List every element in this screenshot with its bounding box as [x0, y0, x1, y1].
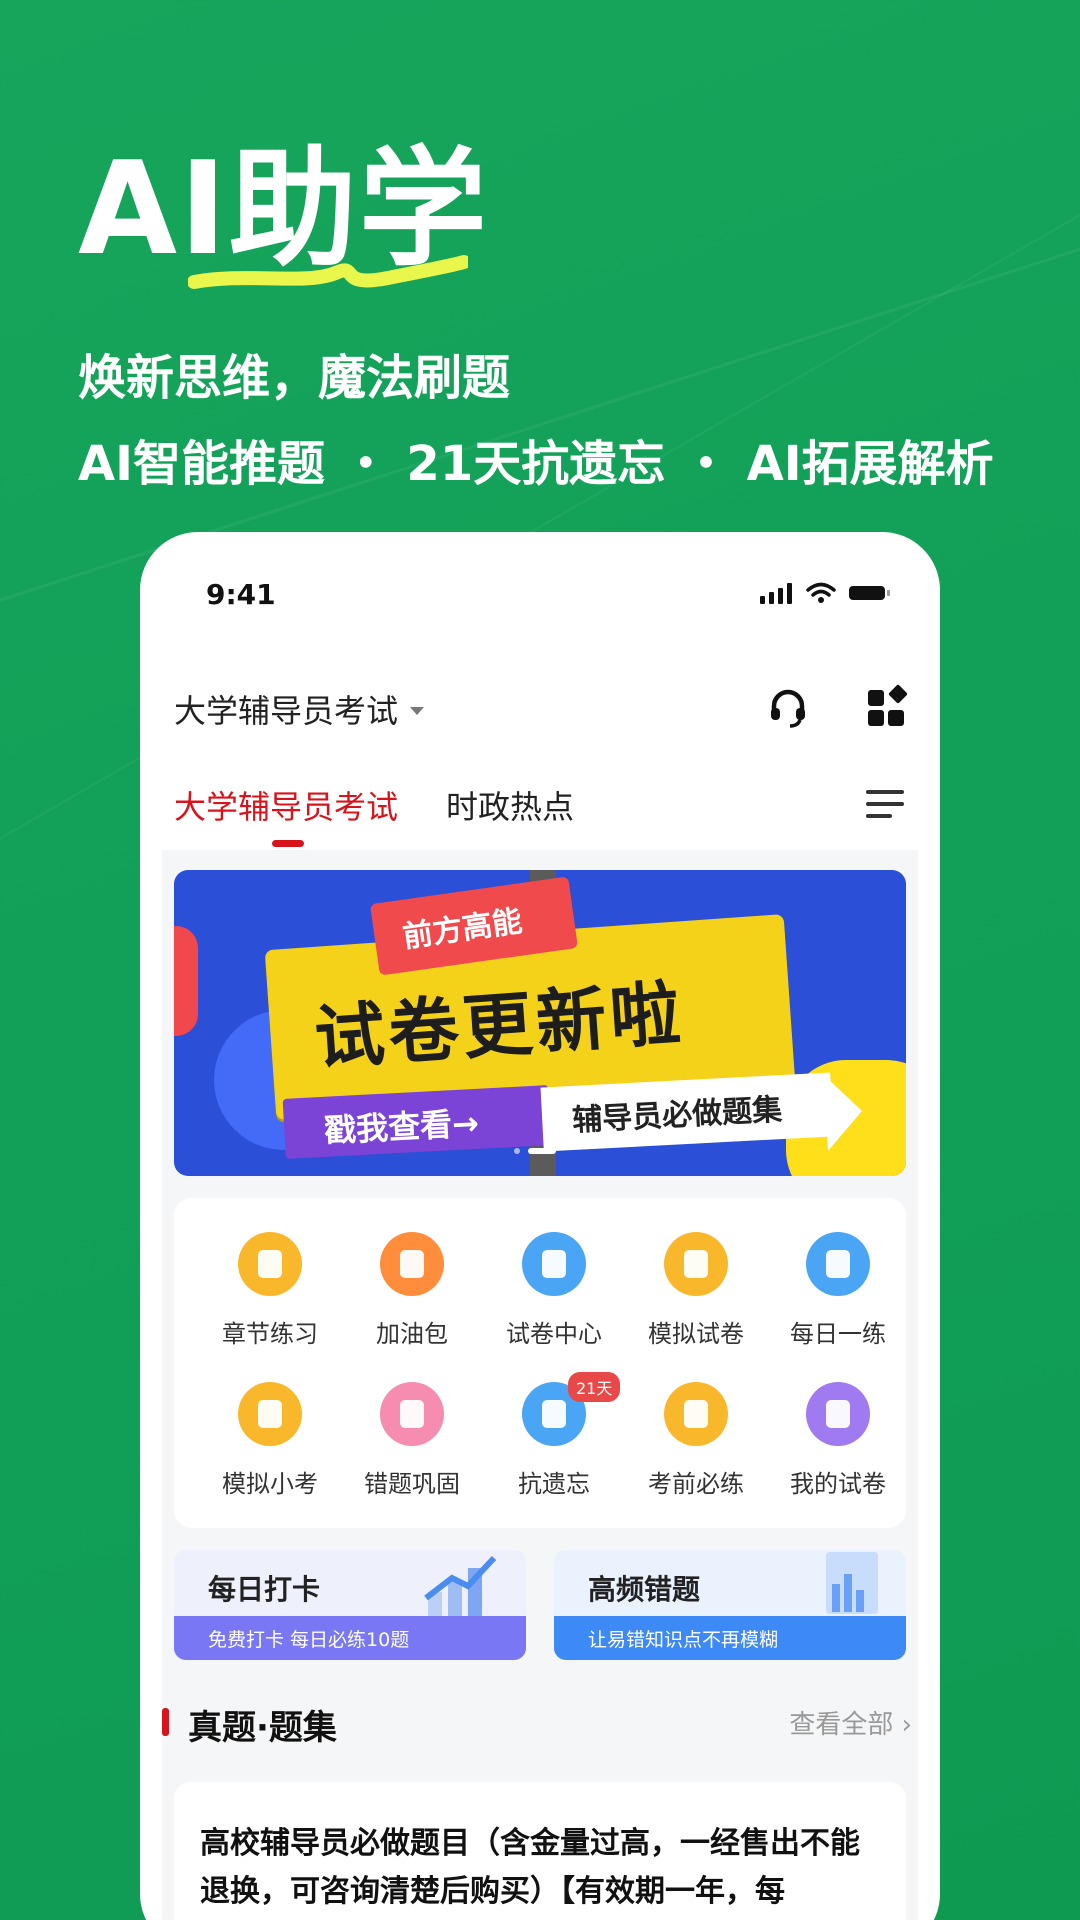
banner-pagination — [514, 1148, 556, 1154]
exam-selector[interactable]: 大学辅导员考试 — [174, 686, 425, 732]
grid-item-chapter-practice[interactable]: 章节练习 — [200, 1232, 340, 1349]
chapter-icon — [238, 1232, 302, 1296]
promo-header: AI助学 — [78, 140, 489, 290]
feature-grid: 章节练习 加油包 试卷中心 模拟试卷 每日一练 模拟小考 错题巩固 21天 抗遗… — [174, 1198, 906, 1528]
menu-icon[interactable] — [864, 784, 906, 824]
grid-item-mock-paper[interactable]: 模拟试卷 — [626, 1232, 766, 1349]
signal-icon — [760, 583, 792, 604]
tab-current-affairs[interactable]: 时政热点 — [446, 782, 574, 828]
pencil-icon — [806, 1232, 870, 1296]
daily-checkin-card[interactable]: 每日打卡 免费打卡 每日必练10题 — [174, 1550, 526, 1660]
wifi-icon — [806, 582, 836, 603]
chart-icon — [664, 1382, 728, 1446]
question-set-card[interactable]: 高校辅导员必做题目（含金量过高，一经售出不能退换，可咨询清楚后购买）【有效期一年… — [174, 1782, 906, 1920]
section-header: 真题·题集 查看全部 › — [162, 1696, 918, 1748]
phone-mockup: 9:41 大学辅导员考试 大学辅导员考试 时政热点 试卷更新啦 前方高能 戳我查… — [140, 532, 940, 1920]
tab-bar: 大学辅导员考试 时政热点 — [140, 772, 940, 847]
daily-checkin-title: 每日打卡 — [208, 1573, 321, 1606]
daily-checkin-subtitle: 免费打卡 每日必练10题 — [208, 1629, 410, 1651]
app-header: 大学辅导员考试 — [140, 672, 940, 752]
promo-banner[interactable]: 试卷更新啦 前方高能 戳我查看→ 辅导员必做题集 — [174, 870, 906, 1176]
exam-selector-label: 大学辅导员考试 — [174, 692, 399, 730]
wrong-icon — [380, 1382, 444, 1446]
section-marker — [162, 1708, 169, 1736]
trophy-icon — [238, 1382, 302, 1446]
promo-features: AI智能推题 ・ 21天抗遗忘 ・ AI拓展解析 — [78, 436, 994, 492]
grid-item-wrong-questions[interactable]: 错题巩固 — [342, 1382, 482, 1499]
pagination-dot — [514, 1148, 520, 1154]
document-chart-icon — [826, 1552, 878, 1614]
mock-paper-icon — [664, 1232, 728, 1296]
tab-exam[interactable]: 大学辅导员考试 — [174, 782, 398, 828]
apps-grid-icon[interactable] — [864, 684, 912, 732]
grid-item-my-papers[interactable]: 我的试卷 — [768, 1382, 908, 1499]
my-paper-icon — [806, 1382, 870, 1446]
view-all-label: 查看全部 — [789, 1710, 894, 1740]
frequent-mistakes-card[interactable]: 高频错题 让易错知识点不再模糊 — [554, 1550, 906, 1660]
headset-icon[interactable] — [764, 684, 812, 732]
caret-down-icon — [410, 707, 425, 715]
section-title: 真题·题集 — [188, 1708, 337, 1748]
frequent-mistakes-title: 高频错题 — [588, 1573, 701, 1606]
pagination-dot-active — [528, 1148, 556, 1154]
badge-21-days: 21天 — [568, 1372, 621, 1402]
rising-chart-icon — [424, 1555, 497, 1620]
status-time: 9:41 — [206, 578, 276, 611]
home-content: 试卷更新啦 前方高能 戳我查看→ 辅导员必做题集 章节练习 加油包 试卷中心 模… — [162, 850, 918, 1920]
banner-cta: 戳我查看→ — [323, 1103, 480, 1151]
promo-tagline: 焕新思维，魔法刷题 — [78, 350, 511, 406]
active-tab-indicator — [272, 840, 304, 847]
grid-item-paper-center[interactable]: 试卷中心 — [484, 1232, 624, 1349]
paper-icon — [522, 1232, 586, 1296]
chevron-right-icon: › — [901, 1710, 912, 1740]
battery-icon — [849, 586, 890, 600]
grid-item-boost-pack[interactable]: 加油包 — [342, 1232, 482, 1349]
gift-icon — [380, 1232, 444, 1296]
frequent-mistakes-subtitle: 让易错知识点不再模糊 — [588, 1629, 779, 1651]
question-set-title: 高校辅导员必做题目（含金量过高，一经售出不能退换，可咨询清楚后购买）【有效期一年… — [200, 1826, 860, 1909]
status-bar: 9:41 — [140, 532, 940, 622]
promo-headline: AI助学 — [78, 140, 489, 290]
view-all-link[interactable]: 查看全部 › — [789, 1704, 912, 1741]
grid-item-mock-quiz[interactable]: 模拟小考 — [200, 1382, 340, 1499]
grid-item-pre-exam[interactable]: 考前必练 — [626, 1382, 766, 1499]
grid-item-daily-practice[interactable]: 每日一练 — [768, 1232, 908, 1349]
status-icons — [760, 582, 892, 604]
grid-item-anti-forgetting[interactable]: 21天 抗遗忘 — [484, 1372, 624, 1499]
